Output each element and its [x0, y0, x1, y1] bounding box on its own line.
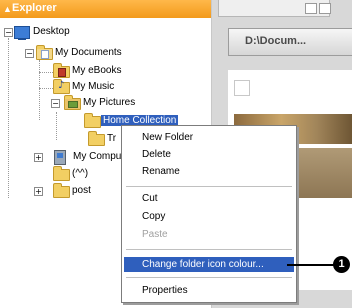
menu-item-label: Paste: [142, 229, 168, 240]
tree-item-label: My Music: [72, 81, 115, 92]
folder-icon: [88, 131, 105, 146]
tree-item-label: post: [72, 185, 91, 196]
menu-item-label: Properties: [142, 285, 188, 296]
menu-item-label: Cut: [142, 193, 158, 204]
menu-item-rename[interactable]: Rename: [124, 164, 294, 179]
music-folder-icon: [53, 79, 70, 94]
screenshot: ▲ Explorer − Desktop − My Documents My e…: [0, 0, 352, 308]
tree-item-label: (^^): [72, 168, 89, 179]
view-icon[interactable]: [319, 3, 331, 14]
menu-item-copy[interactable]: Copy: [124, 209, 294, 224]
collapse-toggle-icon[interactable]: −: [51, 99, 60, 108]
menu-separator: [126, 277, 292, 278]
menu-item-label: Delete: [142, 149, 171, 160]
tree-item-label: My Pictures: [83, 97, 136, 108]
menu-item-label: New Folder: [142, 132, 194, 143]
computer-icon: [54, 150, 66, 165]
menu-item-label: Rename: [142, 166, 180, 177]
menu-item-change-folder-icon-colour[interactable]: Change folder icon colour...: [124, 257, 294, 272]
expand-toggle-icon[interactable]: +: [34, 187, 43, 196]
path-text: D:\Docum...: [245, 35, 307, 47]
explorer-title: Explorer: [12, 2, 57, 14]
collapse-toggle-icon[interactable]: −: [4, 28, 13, 37]
tree-item-label: My eBooks: [72, 65, 122, 76]
context-menu: New Folder Delete Rename Cut Copy Paste …: [121, 125, 297, 303]
collapse-arrow-icon[interactable]: ▲: [3, 4, 12, 14]
tree-connector: [39, 72, 53, 73]
menu-separator: [126, 186, 292, 187]
tree-connector: [39, 60, 40, 120]
callout-number-badge: 1: [333, 256, 350, 273]
explorer-title-bar[interactable]: ▲ Explorer: [0, 0, 211, 18]
folder-icon: [53, 183, 70, 198]
folder-icon: [84, 113, 101, 128]
expand-toggle-icon[interactable]: +: [34, 153, 43, 162]
toolbar-strip: [218, 0, 331, 17]
folder-icon: [53, 166, 70, 181]
callout-line: [287, 264, 335, 266]
collapse-toggle-icon[interactable]: −: [25, 49, 34, 58]
tree-item-label: My Compu: [73, 151, 122, 162]
tree-item-label: Tr: [107, 133, 117, 144]
view-icon[interactable]: [305, 3, 317, 14]
documents-folder-icon: [36, 45, 53, 60]
menu-item-delete[interactable]: Delete: [124, 147, 294, 162]
tree-connector: [8, 38, 9, 198]
menu-item-cut[interactable]: Cut: [124, 191, 294, 206]
thumbnail-placeholder[interactable]: [234, 80, 250, 96]
ebooks-folder-icon: [53, 63, 70, 78]
menu-item-properties[interactable]: Properties: [124, 283, 294, 298]
tree-item-label: My Documents: [55, 47, 122, 58]
menu-item-new-folder[interactable]: New Folder: [124, 130, 294, 145]
tree-connector: [39, 88, 53, 89]
tree-item-label: Desktop: [33, 26, 70, 37]
path-bar: D:\Docum...: [228, 28, 352, 56]
tree-connector: [56, 112, 57, 140]
menu-item-paste[interactable]: Paste: [124, 227, 294, 242]
menu-separator: [126, 249, 292, 250]
menu-item-label: Copy: [142, 211, 166, 222]
desktop-icon: [14, 26, 30, 40]
pictures-folder-icon: [64, 95, 81, 110]
menu-item-label: Change folder icon colour...: [142, 259, 264, 270]
